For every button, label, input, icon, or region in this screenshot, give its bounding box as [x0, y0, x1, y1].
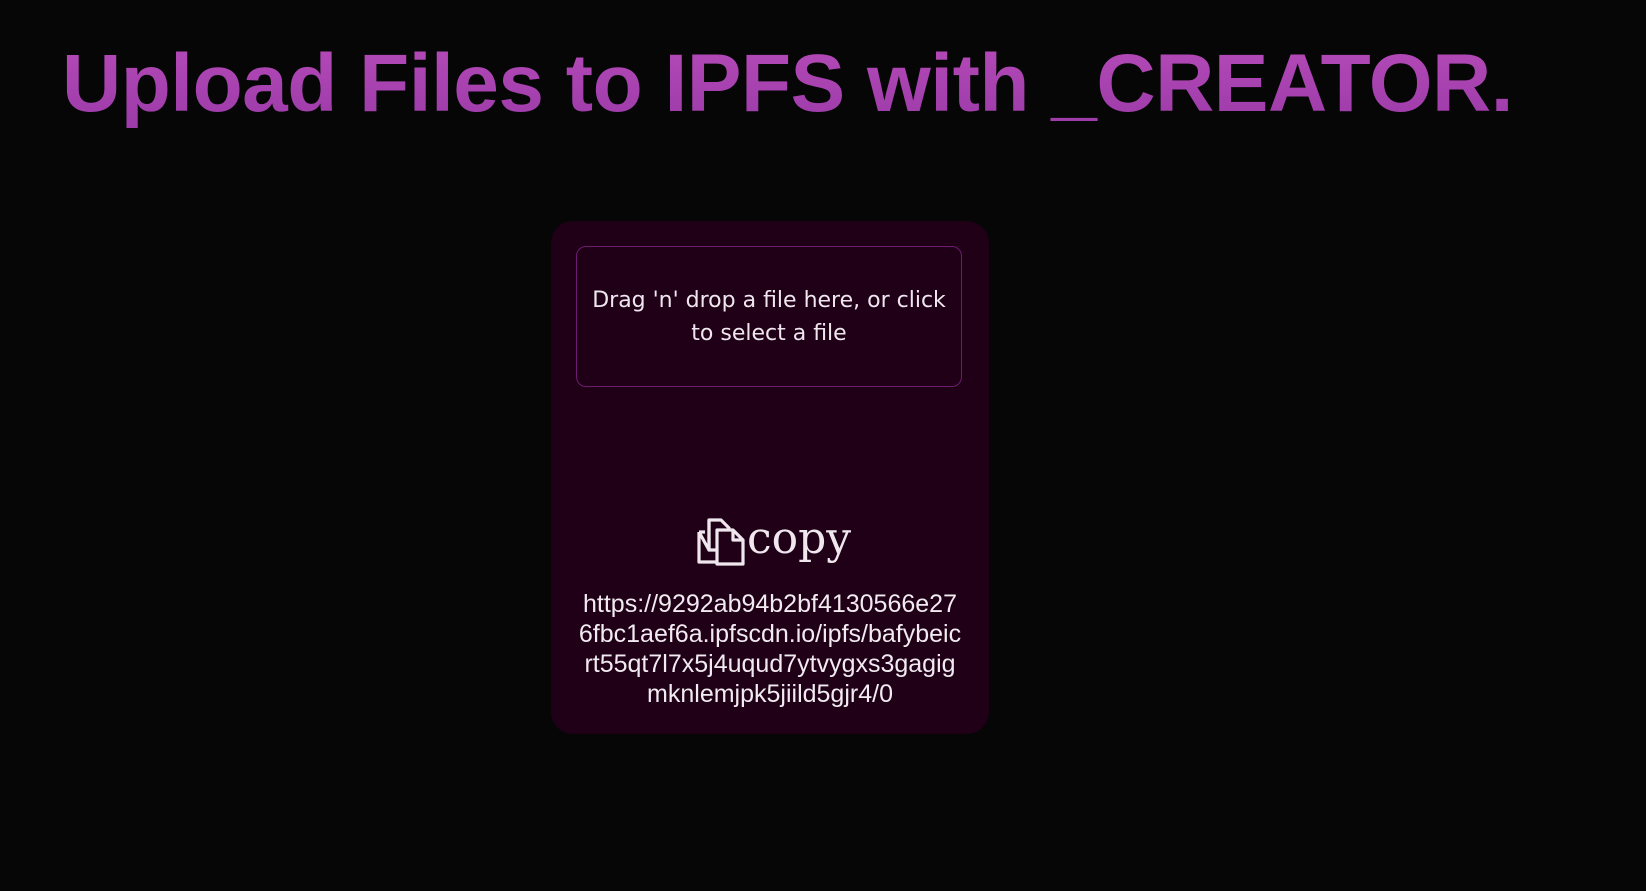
upload-card: Drag 'n' drop a file here, or click to s…: [551, 221, 989, 734]
copy-button[interactable]: copy: [695, 512, 851, 572]
uploaded-file-url: https://9292ab94b2bf4130566e276fbc1aef6a…: [578, 590, 962, 708]
page-title: Upload Files to IPFS with _CREATOR.: [62, 34, 1514, 134]
dropzone-instructions: Drag 'n' drop a file here, or click to s…: [592, 287, 946, 346]
copy-icon: [695, 516, 747, 568]
file-dropzone[interactable]: Drag 'n' drop a file here, or click to s…: [576, 246, 962, 387]
copy-label: copy: [747, 513, 852, 564]
